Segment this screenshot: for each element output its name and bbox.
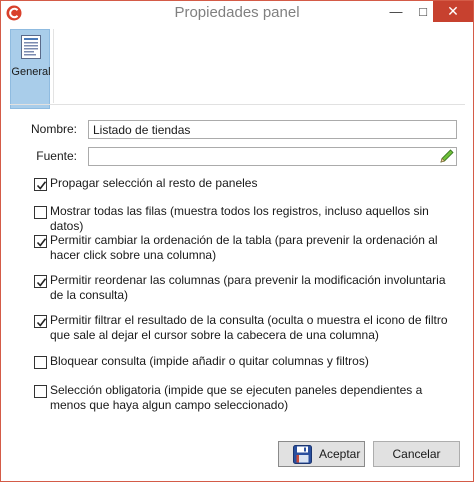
fuente-label: Fuente: [36, 149, 77, 163]
minimize-button[interactable]: — [383, 1, 409, 22]
cambiar-ordenacion-checkbox[interactable] [34, 235, 47, 248]
properties-dialog: Propiedades panel — □ ✕ General Nombre: … [0, 0, 474, 482]
reordenar-columnas-checkbox[interactable] [34, 275, 47, 288]
filtrar-resultado-checkbox[interactable] [34, 315, 47, 328]
mostrar-filas-label: Mostrar todas las filas (muestra todos l… [50, 204, 429, 233]
accept-button-label: Aceptar [319, 447, 361, 461]
reordenar-columnas-label: Permitir reordenar las columnas (para pr… [50, 273, 446, 302]
cancel-button[interactable]: Cancelar [373, 441, 460, 467]
toolbar: General [2, 25, 473, 109]
propagar-checkbox[interactable] [34, 178, 47, 191]
filtrar-resultado-label: Permitir filtrar el resultado de la cons… [50, 313, 448, 342]
cambiar-ordenacion-label: Permitir cambiar la ordenación de la tab… [50, 233, 438, 262]
content-divider [10, 104, 465, 105]
propagar-label: Propagar selección al resto de paneles [50, 176, 258, 190]
accept-button[interactable]: Aceptar [278, 441, 365, 467]
title-bar[interactable]: Propiedades panel — □ ✕ [1, 1, 473, 25]
tab-general-label: General [11, 66, 51, 78]
bloquear-consulta-checkbox[interactable] [34, 356, 47, 369]
bloquear-consulta-label: Bloquear consulta (impide añadir o quita… [50, 354, 369, 368]
nombre-field[interactable]: Listado de tiendas [88, 120, 457, 139]
mostrar-filas-checkbox[interactable] [34, 206, 47, 219]
fuente-field[interactable] [88, 147, 457, 166]
seleccion-obligatoria-label: Selección obligatoria (impide que se eje… [50, 383, 423, 412]
pencil-icon[interactable] [439, 148, 455, 164]
toolbar-divider [53, 29, 54, 103]
document-list-icon [21, 35, 41, 59]
tab-general[interactable]: General [10, 29, 51, 109]
nombre-label: Nombre: [30, 122, 77, 136]
save-icon [293, 445, 312, 464]
seleccion-obligatoria-checkbox[interactable] [34, 385, 47, 398]
close-button[interactable]: ✕ [433, 1, 473, 22]
